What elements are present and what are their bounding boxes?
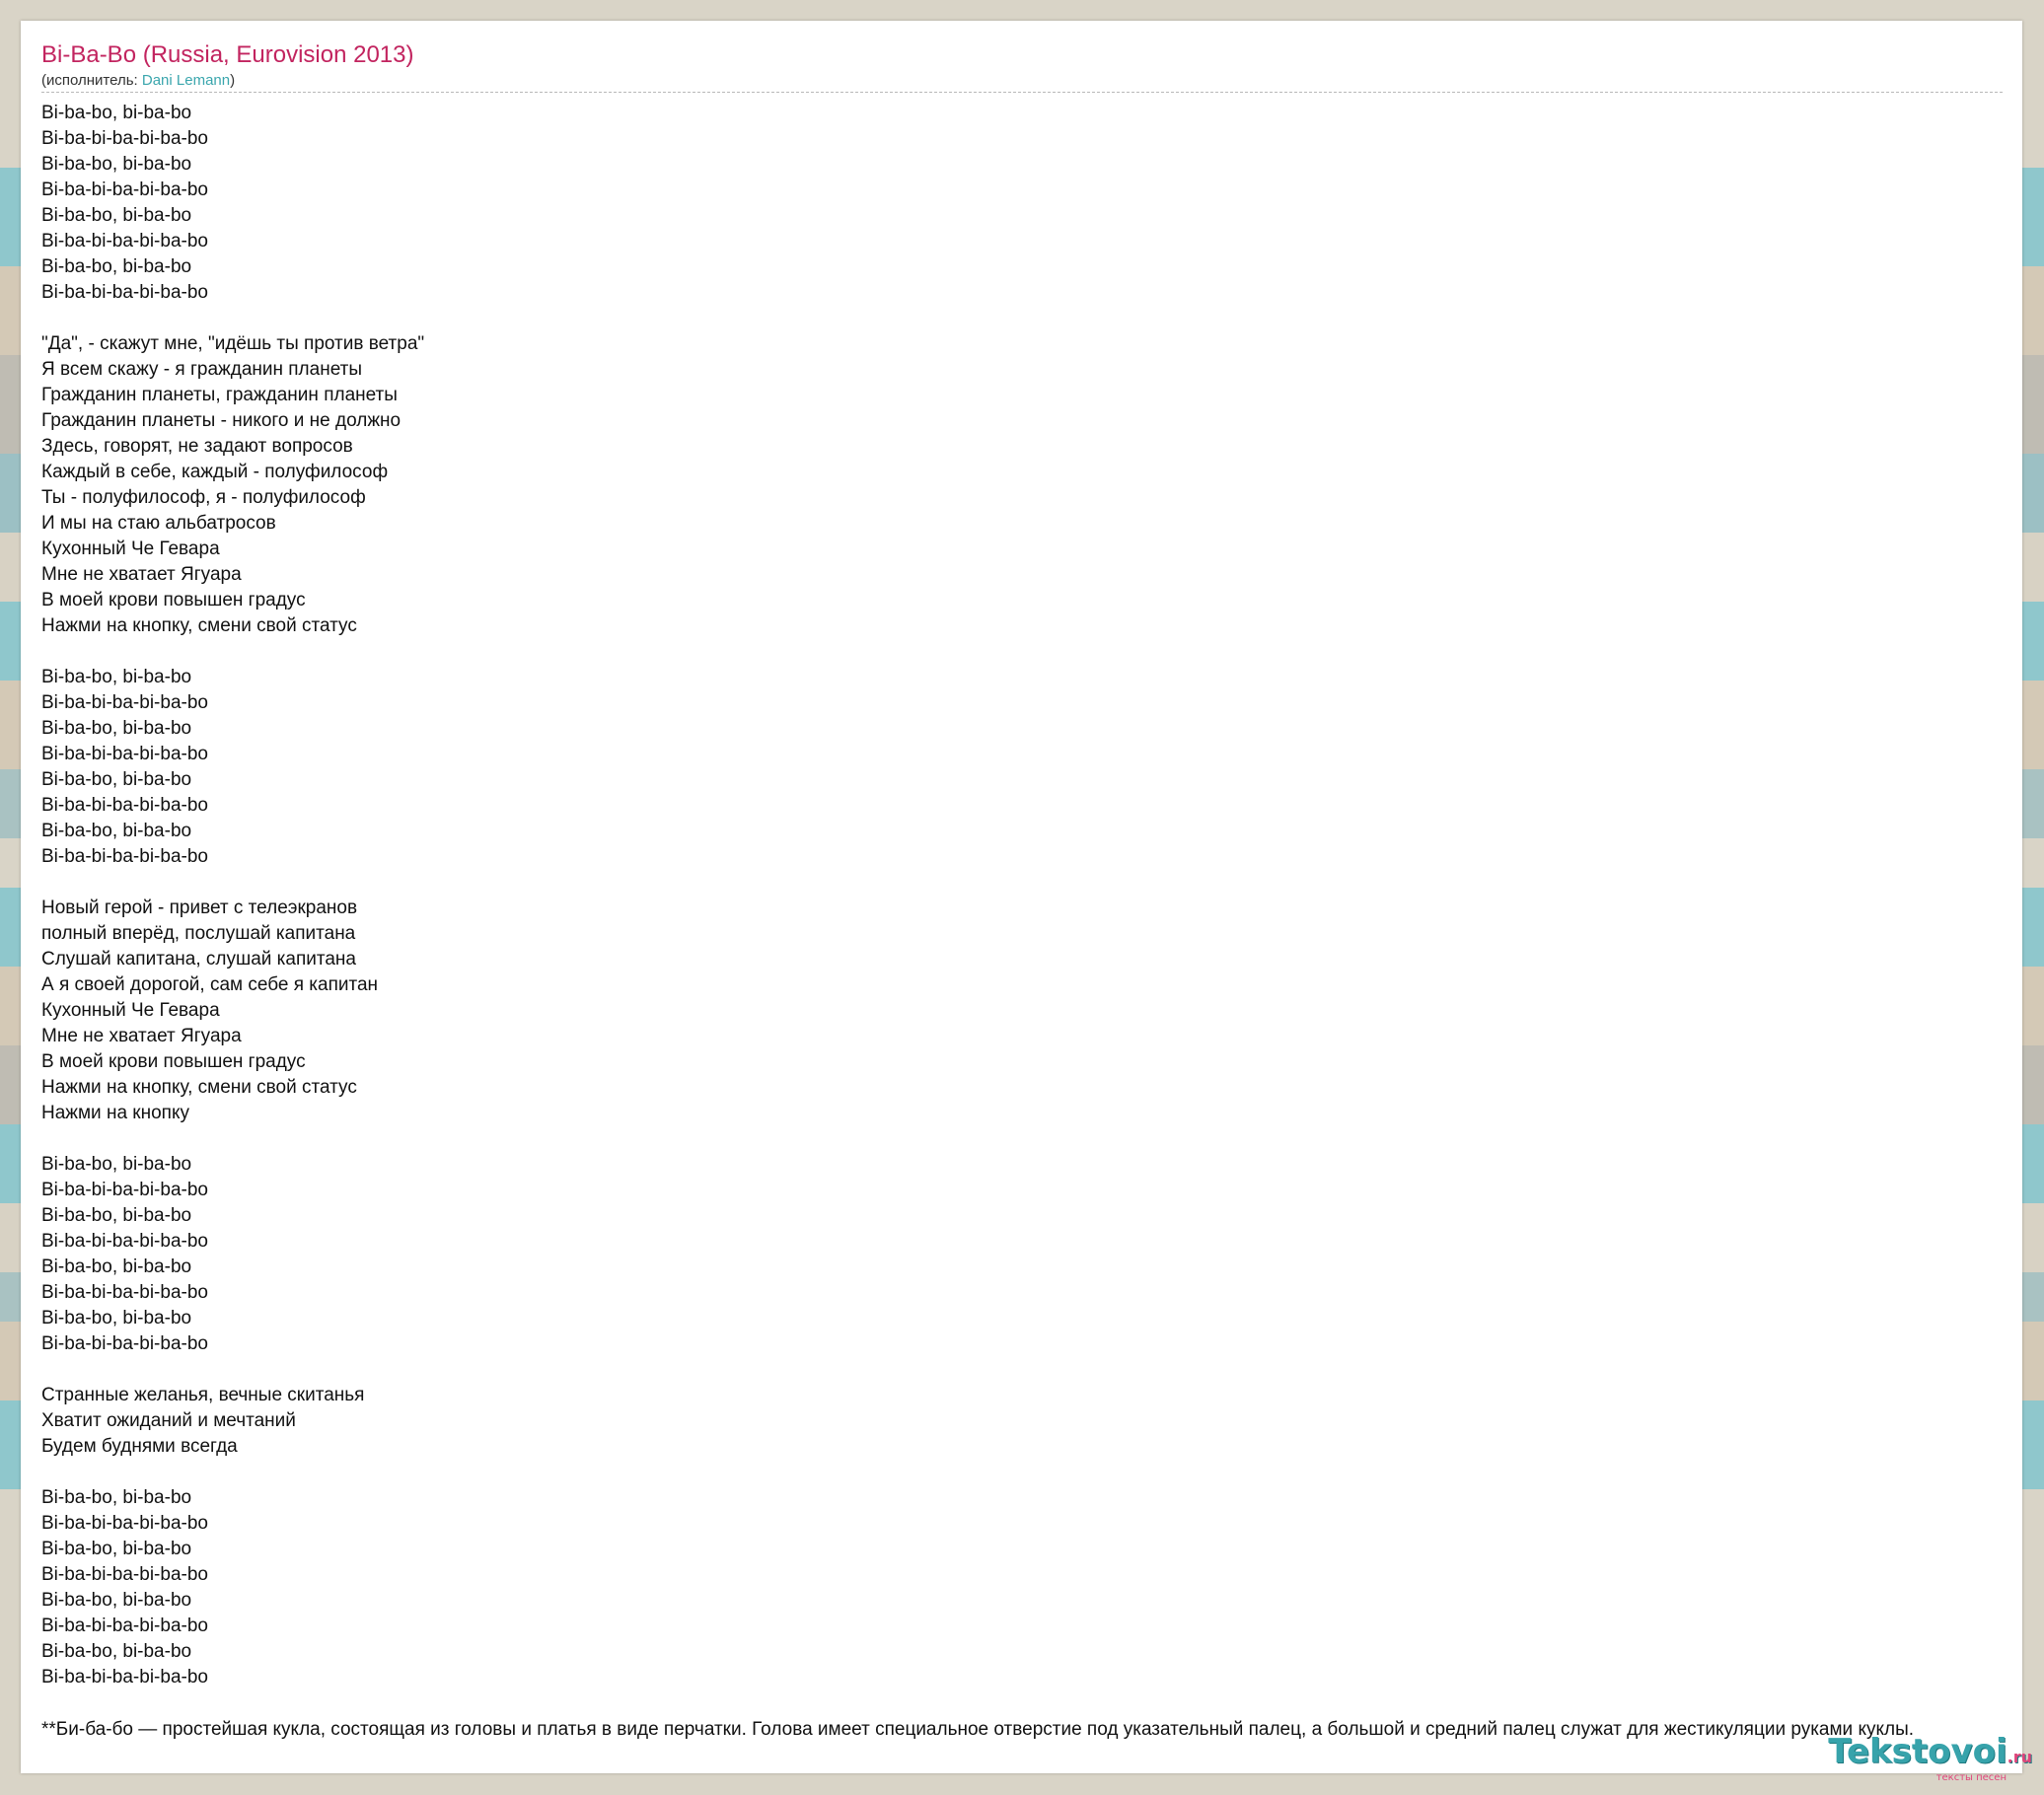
lyrics-line: полный вперёд, послушай капитана (41, 923, 356, 944)
lyrics-line: Bi-ba-bo, bi-ba-bo (41, 256, 192, 277)
lyrics-line: Нажми на кнопку, смени свой статус (41, 615, 357, 636)
lyrics-line: Каждый в себе, каждый - полуфилософ (41, 462, 389, 482)
lyrics-blank-line (41, 1357, 2003, 1383)
lyrics-line: Мне не хватает Ягуара (41, 564, 242, 585)
byline-prefix: (исполнитель: (41, 72, 142, 89)
lyrics-line: Странные желанья, вечные скитанья (41, 1385, 365, 1405)
lyrics-line: Bi-ba-bi-ba-bi-ba-bo (41, 1513, 208, 1534)
lyrics-line: Bi-ba-bi-ba-bi-ba-bo (41, 282, 208, 303)
lyrics-line: Новый герой - привет с телеэкранов (41, 898, 358, 918)
logo-wordmark: Tekstovoi.ru (1828, 1735, 2032, 1774)
lyrics-line: Bi-ba-bi-ba-bi-ba-bo (41, 1231, 208, 1252)
lyrics-line: Bi-ba-bo, bi-ba-bo (41, 1205, 192, 1226)
lyrics-line: Bi-ba-bo, bi-ba-bo (41, 769, 192, 790)
lyrics-line: Bi-ba-bi-ba-bi-ba-bo (41, 692, 208, 713)
lyrics-card: Bi-Ba-Bo (Russia, Eurovision 2013) (испо… (21, 21, 2022, 1773)
lyrics-line: Bi-ba-bo, bi-ba-bo (41, 1539, 192, 1559)
lyrics-line: В моей крови повышен градус (41, 590, 306, 610)
lyrics-blank-line (41, 1126, 2003, 1152)
lyrics-line: Bi-ba-bo, bi-ba-bo (41, 1487, 192, 1508)
lyrics-line: Bi-ba-bo, bi-ba-bo (41, 718, 192, 739)
lyrics-line: Bi-ba-bi-ba-bi-ba-bo (41, 231, 208, 251)
lyrics-text: Bi-ba-bo, bi-ba-bo Bi-ba-bi-ba-bi-ba-bo Bi… (41, 101, 2003, 1690)
lyrics-line: Bi-ba-bi-ba-bi-ba-bo (41, 180, 208, 200)
lyrics-line: Гражданин планеты - никого и не должно (41, 410, 402, 431)
lyrics-line: Я всем скажу - я гражданин планеты (41, 359, 362, 380)
lyrics-line: Кухонный Че Гевара (41, 538, 220, 559)
lyrics-blank-line (41, 639, 2003, 665)
lyrics-line: Bi-ba-bo, bi-ba-bo (41, 1641, 192, 1662)
lyrics-line: Bi-ba-bi-ba-bi-ba-bo (41, 1616, 208, 1636)
lyrics-line: Гражданин планеты, гражданин планеты (41, 385, 398, 405)
lyrics-line: Bi-ba-bo, bi-ba-bo (41, 154, 192, 175)
artist-link[interactable]: Dani Lemann (142, 72, 230, 89)
lyrics-line: Bi-ba-bi-ba-bi-ba-bo (41, 744, 208, 764)
lyrics-line: Bi-ba-bi-ba-bi-ba-bo (41, 1282, 208, 1303)
lyrics-line: Нажми на кнопку (41, 1103, 189, 1123)
lyrics-line: Нажми на кнопку, смени свой статус (41, 1077, 357, 1098)
byline-suffix: ) (230, 72, 236, 89)
lyrics-line: В моей крови повышен градус (41, 1051, 306, 1072)
lyrics-line: Bi-ba-bi-ba-bi-ba-bo (41, 846, 208, 867)
logo-name: Tekstovoi (1828, 1732, 2008, 1771)
lyrics-line: Bi-ba-bi-ba-bi-ba-bo (41, 1333, 208, 1354)
song-title: Bi-Ba-Bo (Russia, Eurovision 2013) (41, 41, 414, 68)
lyrics-line: Bi-ba-bi-ba-bi-ba-bo (41, 1180, 208, 1200)
lyrics-line: Bi-ba-bo, bi-ba-bo (41, 1154, 192, 1175)
logo-tld: .ru (2007, 1748, 2032, 1766)
lyrics-line: Слушай капитана, слушай капитана (41, 949, 356, 969)
lyrics-line: Bi-ba-bi-ba-bi-ba-bo (41, 1564, 208, 1585)
lyrics-line: Bi-ba-bo, bi-ba-bo (41, 821, 192, 841)
lyrics-line: Bi-ba-bo, bi-ba-bo (41, 1308, 192, 1328)
lyrics-line: Bi-ba-bo, bi-ba-bo (41, 667, 192, 687)
lyrics-line: Bi-ba-bi-ba-bi-ba-bo (41, 795, 208, 816)
lyrics-line: Хватит ожиданий и мечтаний (41, 1410, 296, 1431)
lyrics-line: Кухонный Че Гевара (41, 1000, 220, 1021)
lyrics-line: Bi-ba-bo, bi-ba-bo (41, 205, 192, 226)
lyrics-line: Мне не хватает Ягуара (41, 1026, 242, 1046)
lyrics-line: Bi-ba-bi-ba-bi-ba-bo (41, 1667, 208, 1687)
lyrics-line: Bi-ba-bo, bi-ba-bo (41, 103, 192, 123)
lyrics-line: И мы на стаю альбатросов (41, 513, 276, 534)
lyrics-line: А я своей дорогой, сам себе я капитан (41, 974, 379, 995)
lyrics-line: Bi-ba-bo, bi-ba-bo (41, 1590, 192, 1611)
lyrics-line: Bi-ba-bi-ba-bi-ba-bo (41, 128, 208, 149)
lyrics-line: Будем буднями всегда (41, 1436, 238, 1457)
lyrics-line: Bi-ba-bo, bi-ba-bo (41, 1256, 192, 1277)
site-logo[interactable]: Tekstovoi.ru тексты песен (1828, 1735, 2032, 1783)
lyrics-line: "Да", - скажут мне, "идёшь ты против вет… (41, 333, 425, 354)
lyrics-blank-line (41, 1460, 2003, 1485)
lyrics-line: Здесь, говорят, не задают вопросов (41, 436, 353, 457)
lyrics-line: Ты - полуфилософ, я - полуфилософ (41, 487, 366, 508)
lyrics-blank-line (41, 306, 2003, 331)
footnote: **Би-ба-бо — простейшая кукла, состоящая… (41, 1719, 1915, 1740)
lyrics-blank-line (41, 870, 2003, 896)
artist-byline: (исполнитель: Dani Lemann) (41, 72, 2003, 93)
